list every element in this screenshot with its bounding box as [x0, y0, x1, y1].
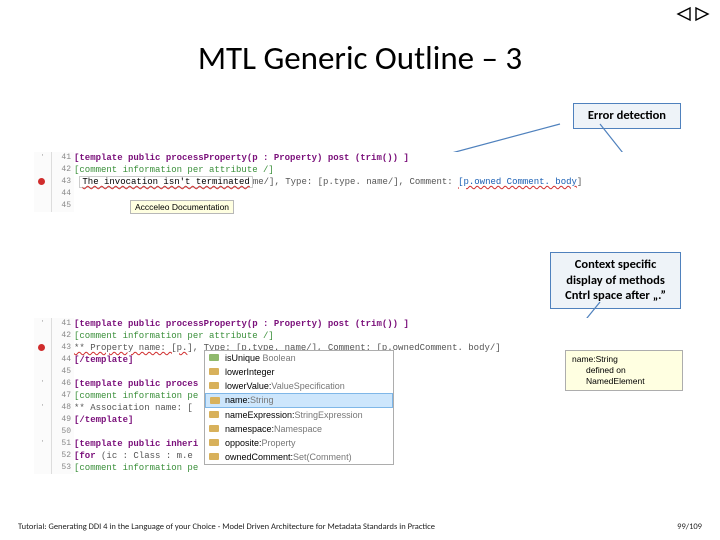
item-name: nameExpression: — [225, 410, 295, 420]
item-name: ownedComment: — [225, 452, 293, 462]
code-kw: [template public — [74, 153, 166, 163]
code-kw: [/template] — [74, 355, 133, 365]
nav-triangles — [676, 6, 710, 22]
code-text: me/], Type: [p.type. name/], Comment: — [253, 177, 458, 187]
line-number: 49 — [52, 414, 71, 426]
line-number: 52 — [52, 450, 71, 462]
code-text: ] — [577, 177, 582, 187]
footer-left: Tutorial: Generating DDI 4 in the Langua… — [18, 522, 435, 532]
item-name: lowerInteger — [225, 367, 275, 377]
completion-item-selected[interactable]: name:String — [205, 393, 393, 407]
line-number: 45 — [52, 200, 71, 212]
next-icon — [694, 6, 710, 22]
completion-item[interactable]: isUnique Boolean — [205, 351, 393, 365]
completion-item[interactable]: namespace:Namespace — [205, 422, 393, 436]
code-sig: processProperty(p : Property) post (trim… — [166, 153, 409, 163]
line-number: 53 — [52, 462, 71, 474]
line-number: 45 — [52, 366, 71, 378]
line-number: 44 — [52, 354, 71, 366]
prev-icon — [676, 6, 692, 22]
completion-item[interactable]: nameExpression:StringExpression — [205, 408, 393, 422]
code-kw: [template public — [74, 439, 166, 449]
code-comment: [comment information per attribute /] — [74, 331, 274, 341]
item-type: Namespace — [274, 424, 322, 434]
item-type: Property — [262, 438, 296, 448]
line-number: 50 — [52, 426, 71, 438]
code-comment: [comment information pe — [74, 463, 198, 473]
error-message: The invocation isn't terminated — [79, 176, 252, 188]
slide-footer: Tutorial: Generating DDI 4 in the Langua… — [18, 522, 702, 532]
line-number-error: 43 — [52, 176, 71, 188]
completion-item[interactable]: lowerInteger — [205, 365, 393, 379]
line-number: 44 — [52, 188, 71, 200]
code-comment: [comment information pe — [74, 391, 198, 401]
error-span: [p.owned Comment. body — [458, 177, 577, 187]
item-name: namespace: — [225, 424, 274, 434]
line-gutter: 41 42 43 44 45 — [52, 152, 74, 212]
item-type: Boolean — [263, 353, 296, 363]
line-number: 41 — [52, 318, 71, 330]
code-kw: [/template] — [74, 415, 133, 425]
item-name: name: — [225, 395, 250, 405]
ruler-gutter: ·· ·· · — [34, 318, 52, 474]
item-type: String — [250, 395, 274, 405]
line-number: 48 — [52, 402, 71, 414]
code-text: (ic : Class : m.e — [101, 451, 193, 461]
item-name: opposite: — [225, 438, 262, 448]
callout-text: Error detection — [588, 108, 666, 123]
completion-item[interactable]: ownedComment:Set(Comment) — [205, 450, 393, 464]
item-type: StringExpression — [295, 410, 363, 420]
footer-right: 99/109 — [677, 522, 702, 532]
code-kw: [for — [74, 451, 101, 461]
line-number: 41 — [52, 152, 71, 164]
code-sig: inheri — [166, 439, 198, 449]
tooltip-docs: Accceleo Documentation — [130, 200, 234, 214]
item-type: Set(Comment) — [293, 452, 352, 462]
callout-line: display of methods — [566, 273, 665, 288]
line-number: 42 — [52, 330, 71, 342]
callout-line: Context specific — [575, 257, 657, 272]
line-number: 42 — [52, 164, 71, 176]
item-name: isUnique — [225, 353, 260, 363]
completion-item[interactable]: opposite:Property — [205, 436, 393, 450]
completion-item[interactable]: lowerValue:ValueSpecification — [205, 379, 393, 393]
line-gutter: 41 42 43 44 45 46 47 48 49 50 51 52 53 — [52, 318, 74, 474]
code-kw: [template public — [74, 379, 166, 389]
slide-title: MTL Generic Outline – 3 — [0, 38, 720, 78]
info-line: defined on NamedElement — [572, 365, 676, 387]
info-line: name:String — [572, 354, 676, 365]
code-sig: proces — [166, 379, 198, 389]
code-text: ** Property name: [p. — [74, 343, 187, 353]
item-name: lowerValue: — [225, 381, 271, 391]
line-number: 51 — [52, 438, 71, 450]
line-number: 46 — [52, 378, 71, 390]
code-comment: [comment information per attribute /] — [74, 165, 274, 175]
completion-popup[interactable]: isUnique Boolean lowerInteger lowerValue… — [204, 350, 394, 465]
code-sig: processProperty(p : Property) post (trim… — [166, 319, 409, 329]
code-kw: [template public — [74, 319, 166, 329]
line-number: 47 — [52, 390, 71, 402]
item-type: ValueSpecification — [271, 381, 344, 391]
info-box: name:String defined on NamedElement — [565, 350, 683, 391]
code-text: ** Association name: [ — [74, 403, 193, 413]
line-number-error: 43 — [52, 342, 71, 354]
